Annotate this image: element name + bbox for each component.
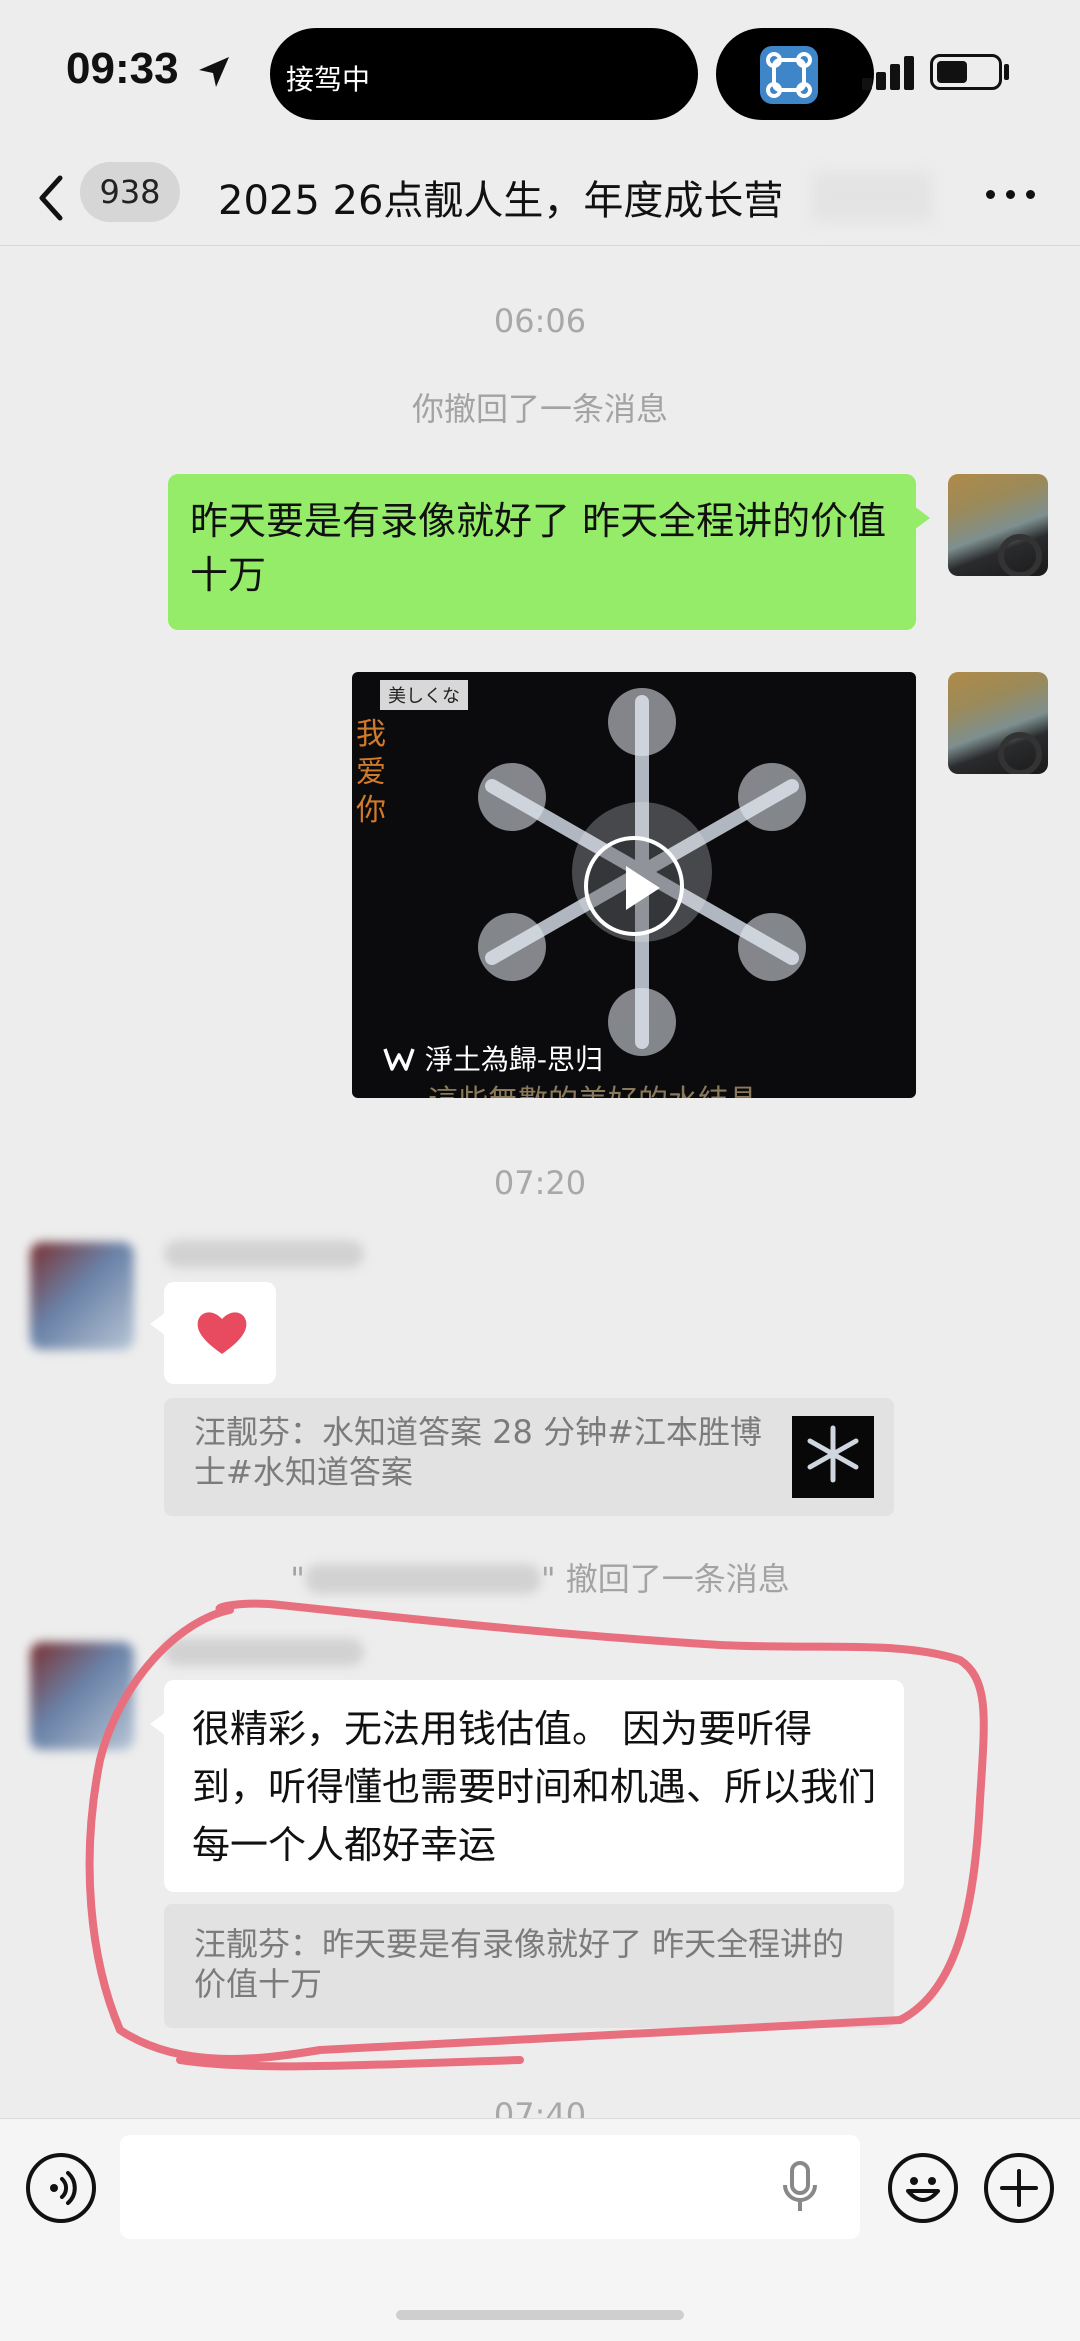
video-channel-name: 淨土為歸-思归 (424, 1043, 604, 1076)
video-overlay-text: 我爱你 (356, 717, 386, 828)
sender-name-redacted (164, 1240, 364, 1268)
video-tag: 美しくな (380, 680, 468, 710)
more-options-icon[interactable] (986, 174, 1036, 214)
sender-avatar[interactable] (30, 1242, 134, 1350)
add-attachment-icon[interactable] (984, 2153, 1054, 2223)
received-message-text: 很精彩，无法用钱估值。 因为要听得到，听得懂也需要时间和机遇、所以我们每一个人都… (192, 1707, 877, 1867)
battery-icon (930, 54, 1002, 90)
received-message-bubble[interactable]: 很精彩，无法用钱估值。 因为要听得到，听得懂也需要时间和机遇、所以我们每一个人都… (150, 1680, 904, 1892)
live-activity-pill[interactable] (716, 28, 874, 120)
home-indicator (396, 2310, 684, 2320)
cellular-signal-icon (862, 56, 916, 90)
self-avatar[interactable] (948, 672, 1048, 774)
video-caption: 這些無數的美好的水結晶 (428, 1076, 758, 1098)
status-bar: 09:33 接驾中 (0, 0, 1080, 150)
voice-mode-icon[interactable] (26, 2153, 96, 2223)
quoted-message[interactable]: 汪靓芬：水知道答案 28 分钟#江本胜博士#水知道答案 (164, 1398, 894, 1516)
title-redaction (812, 172, 932, 222)
quoted-message-text: 汪靓芬：水知道答案 28 分钟#江本胜博士#水知道答案 (194, 1413, 762, 1491)
video-channel: 淨土為歸-思归 (382, 1038, 603, 1078)
heart-emoji-message[interactable] (150, 1282, 276, 1384)
recall-notice-other: " " 撤回了一条消息 (290, 1560, 790, 1598)
quoted-message-text: 汪靓芬：昨天要是有录像就好了 昨天全程讲的价值十万 (194, 1925, 845, 2003)
chat-input-bar (0, 2118, 1080, 2341)
chat-title[interactable]: 2025 26点靓人生，年度成长营 (218, 168, 858, 226)
heart-emoji-icon (197, 1312, 247, 1354)
island-status-text: 接驾中 (286, 63, 371, 96)
location-arrow-icon (199, 57, 229, 87)
status-time: 09:33 (66, 44, 179, 93)
recalled-user-name-redacted (304, 1564, 541, 1594)
back-chevron-icon[interactable] (30, 168, 78, 228)
app-grid-icon (760, 46, 818, 104)
sender-avatar[interactable] (30, 1642, 134, 1750)
message-timestamp: 06:06 (493, 302, 587, 340)
unread-count-badge[interactable]: 938 (80, 162, 180, 222)
quoted-video-thumbnail (792, 1416, 874, 1498)
sent-message-text: 昨天要是有录像就好了 昨天全程讲的价值十万 (190, 499, 887, 597)
sent-video-message[interactable]: 美しくな 我爱你 淨土為歸-思归 這些無數的美好的水結晶 (352, 672, 916, 1098)
dynamic-island[interactable]: 接驾中 (270, 28, 698, 120)
channels-logo-icon (383, 1048, 415, 1071)
message-timestamp: 07:20 (493, 1164, 587, 1202)
sent-message-bubble[interactable]: 昨天要是有录像就好了 昨天全程讲的价值十万 (168, 474, 930, 630)
sender-name-redacted (164, 1638, 364, 1666)
play-icon[interactable] (584, 836, 684, 936)
recall-notice: 你撤回了一条消息 (411, 390, 668, 428)
emoji-icon[interactable] (888, 2153, 958, 2223)
chat-header: 938 2025 26点靓人生，年度成长营 (0, 150, 1080, 246)
self-avatar[interactable] (948, 474, 1048, 576)
quoted-message[interactable]: 汪靓芬：昨天要是有录像就好了 昨天全程讲的价值十万 (164, 1904, 894, 2028)
microphone-icon[interactable] (780, 2159, 820, 2215)
message-input[interactable] (120, 2135, 860, 2239)
